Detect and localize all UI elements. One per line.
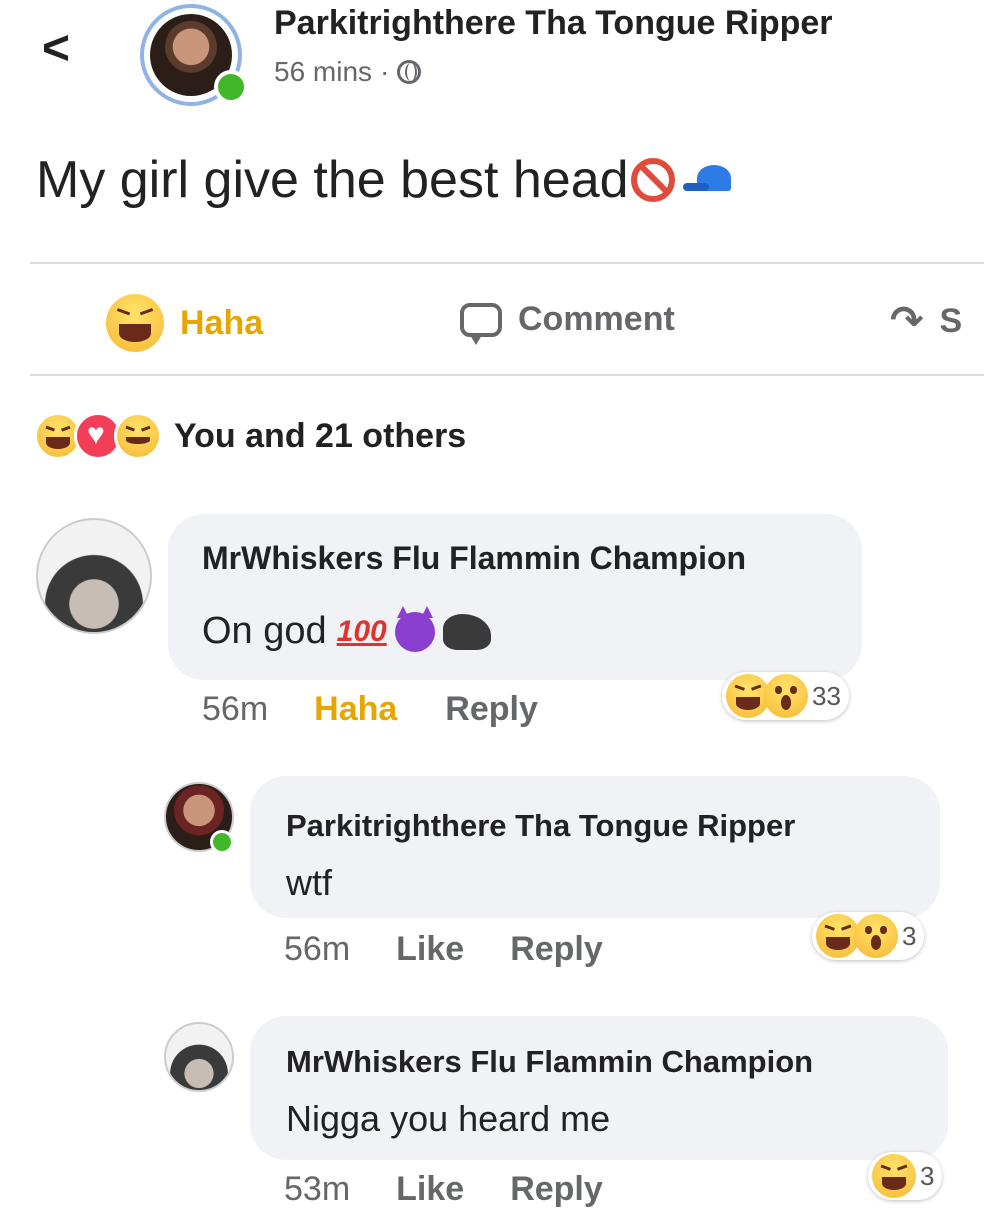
comment-time[interactable]: 56m xyxy=(202,690,268,729)
reply-bubble: MrWhiskers Flu Flammin Champion Nigga yo… xyxy=(250,1016,948,1160)
reactions-summary[interactable]: You and 21 others xyxy=(34,412,466,460)
comment-bubble: MrWhiskers Flu Flammin Champion On god 1… xyxy=(168,514,862,680)
reply-time[interactable]: 53m xyxy=(284,1170,350,1209)
comment-reactions[interactable]: 33 xyxy=(722,672,849,720)
divider-top xyxy=(30,262,984,264)
reply-like-button[interactable]: Like xyxy=(396,930,464,969)
comment-meta: 56m Haha Reply xyxy=(202,690,538,729)
reply-reply-button[interactable]: Reply xyxy=(510,930,603,969)
comment-author[interactable]: MrWhiskers Flu Flammin Champion xyxy=(202,540,746,577)
comment-icon xyxy=(460,302,502,345)
comment-text-content: On god xyxy=(202,610,327,652)
divider-bottom xyxy=(30,374,984,376)
reply-reaction-count: 3 xyxy=(920,1160,935,1191)
comment-label: Comment xyxy=(518,300,675,338)
post-time[interactable]: 56 mins xyxy=(274,56,372,88)
reply-author[interactable]: MrWhiskers Flu Flammin Champion xyxy=(286,1044,813,1080)
comment-text: On god 100 xyxy=(202,605,491,653)
haha-button[interactable]: Haha xyxy=(106,294,263,352)
reply-reaction-count: 3 xyxy=(902,920,917,951)
post-author-name[interactable]: Parkitrighthere Tha Tongue Ripper xyxy=(274,4,833,43)
reply-text: wtf xyxy=(286,862,333,903)
reply-like-button[interactable]: Like xyxy=(396,1170,464,1209)
share-icon: ↷ xyxy=(890,299,924,343)
haha-reaction-icon xyxy=(872,1154,916,1198)
comment-reaction-count: 33 xyxy=(812,680,841,711)
wow-reaction-icon xyxy=(764,674,808,718)
reply-avatar[interactable] xyxy=(164,1022,234,1092)
share-label: S xyxy=(939,301,963,340)
share-button[interactable]: ↷ S xyxy=(890,298,962,344)
reply-reactions[interactable]: 3 xyxy=(812,912,925,960)
post-meta: 56 mins · xyxy=(274,56,422,88)
haha-icon xyxy=(106,294,164,352)
comment-haha-button[interactable]: Haha xyxy=(314,690,397,729)
reply-meta: 53m Like Reply xyxy=(284,1170,603,1209)
reply-meta: 56m Like Reply xyxy=(284,930,603,969)
care-reaction-icon xyxy=(114,412,162,460)
online-indicator xyxy=(214,70,248,104)
devil-icon xyxy=(394,605,435,652)
gorilla-icon xyxy=(442,613,491,650)
back-button[interactable]: < xyxy=(42,24,82,74)
reply-time[interactable]: 56m xyxy=(284,930,350,969)
online-indicator xyxy=(210,830,234,854)
commenter-avatar[interactable] xyxy=(36,518,152,634)
prohibited-icon xyxy=(630,158,675,202)
post-text-content: My girl give the best head xyxy=(36,151,629,209)
comment-reply-button[interactable]: Reply xyxy=(445,690,538,729)
reply-bubble: Parkitrighthere Tha Tongue Ripper wtf xyxy=(250,776,940,918)
haha-label: Haha xyxy=(180,303,264,342)
reply-text: Nigga you heard me xyxy=(286,1098,611,1139)
hundred-icon: 100 xyxy=(336,614,387,648)
cap-icon xyxy=(682,165,733,195)
reply-author[interactable]: Parkitrighthere Tha Tongue Ripper xyxy=(286,808,795,844)
meta-separator: · xyxy=(380,56,390,87)
wow-reaction-icon xyxy=(854,914,898,958)
reply-reactions[interactable]: 3 xyxy=(868,1152,943,1200)
post-text: My girl give the best head xyxy=(36,150,733,210)
reply-reply-button[interactable]: Reply xyxy=(510,1170,603,1209)
comment-button[interactable]: Comment xyxy=(460,300,675,345)
globe-icon xyxy=(397,60,422,84)
reactions-summary-text: You and 21 others xyxy=(174,416,467,455)
